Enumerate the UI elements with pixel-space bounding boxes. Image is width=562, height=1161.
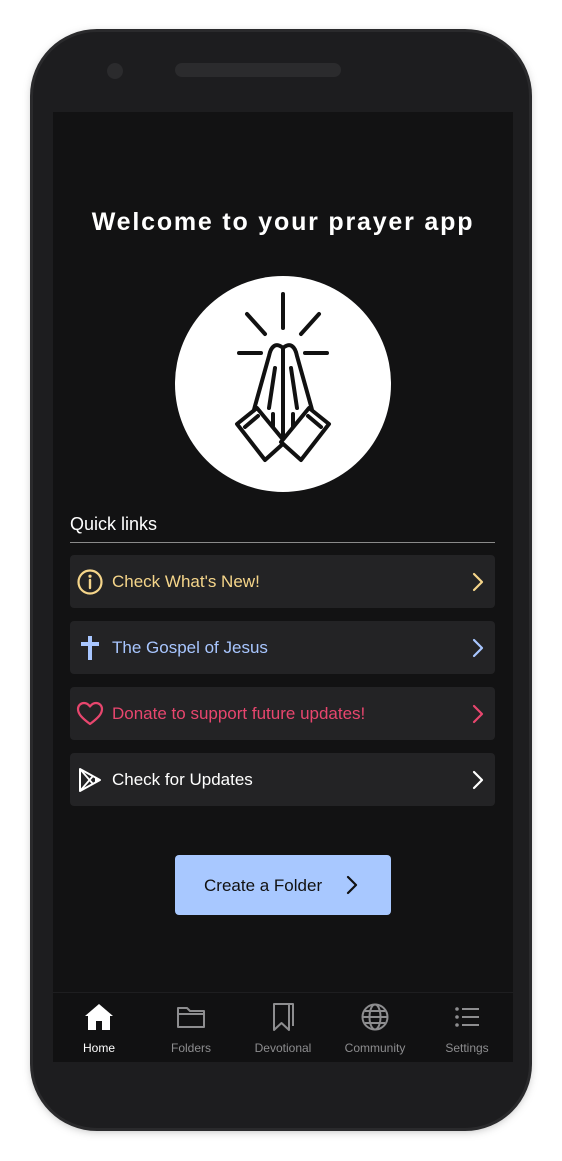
- nav-home-label: Home: [82, 1041, 115, 1055]
- nav-folders[interactable]: Folders: [145, 993, 237, 1062]
- heart-icon: [76, 701, 104, 726]
- create-folder-button[interactable]: Create a Folder: [175, 855, 391, 915]
- folder-icon: [177, 1007, 205, 1028]
- nav-folders-label: Folders: [170, 1041, 211, 1055]
- nav-community[interactable]: Community: [329, 993, 421, 1062]
- nav-devotional-label: Devotional: [254, 1041, 312, 1055]
- list-icon: [455, 1007, 479, 1027]
- earpiece-speaker: [175, 63, 341, 77]
- link-check-updates-label: Check for Updates: [112, 770, 253, 789]
- link-donate-label: Donate to support future updates!: [112, 704, 366, 723]
- link-gospel-label: The Gospel of Jesus: [112, 638, 268, 657]
- play-store-icon: [79, 768, 101, 792]
- bottom-nav: Home Folders Devotional Community Settin…: [53, 992, 513, 1062]
- chevron-right-icon: [346, 875, 358, 895]
- link-gospel[interactable]: The Gospel of Jesus: [70, 621, 495, 674]
- front-camera: [107, 63, 123, 79]
- chevron-right-icon: [472, 638, 484, 658]
- quick-links-divider: [70, 542, 495, 543]
- page-title: Welcome to your prayer app: [91, 208, 475, 236]
- link-check-updates[interactable]: Check for Updates: [70, 753, 495, 806]
- home-icon: [85, 1004, 113, 1030]
- app-logo: [175, 276, 391, 492]
- app-screen: Welcome to your prayer app Quick links C…: [53, 112, 513, 1062]
- chevron-right-icon: [472, 572, 484, 592]
- quick-links-heading: Quick links: [70, 514, 158, 534]
- link-whats-new[interactable]: Check What's New!: [70, 555, 495, 608]
- nav-home[interactable]: Home: [53, 993, 145, 1062]
- bookmark-icon: [273, 1003, 294, 1031]
- link-whats-new-label: Check What's New!: [112, 572, 260, 591]
- nav-devotional[interactable]: Devotional: [237, 993, 329, 1062]
- globe-icon: [361, 1003, 389, 1031]
- nav-community-label: Community: [344, 1041, 406, 1055]
- link-donate[interactable]: Donate to support future updates!: [70, 687, 495, 740]
- chevron-right-icon: [472, 770, 484, 790]
- praying-hands-icon: [235, 292, 331, 462]
- info-icon: [77, 569, 103, 595]
- nav-settings-label: Settings: [445, 1041, 489, 1055]
- create-folder-label: Create a Folder: [204, 876, 323, 895]
- nav-settings[interactable]: Settings: [421, 993, 513, 1062]
- chevron-right-icon: [472, 704, 484, 724]
- cross-icon: [81, 636, 99, 660]
- phone-frame: Welcome to your prayer app Quick links C…: [33, 32, 529, 1128]
